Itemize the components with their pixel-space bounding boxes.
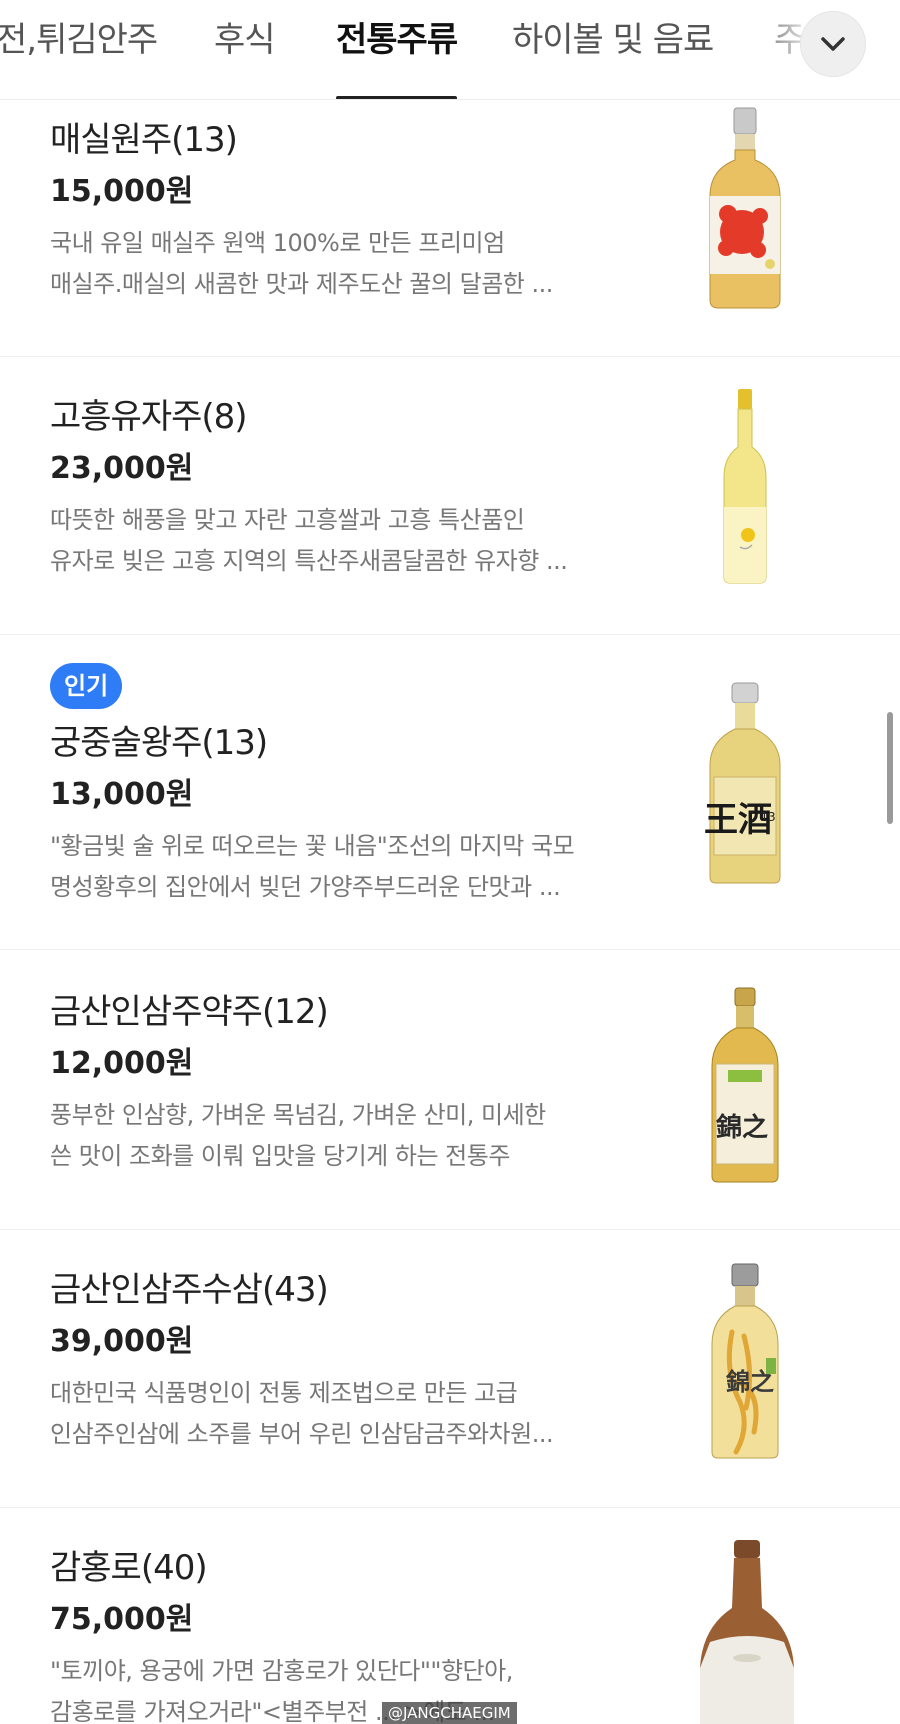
scrollbar[interactable]	[887, 712, 893, 824]
insamju-yakju-bottle-icon: 錦之	[711, 987, 779, 1183]
item-price: 13,000원	[50, 777, 194, 812]
tab-dessert[interactable]: 후식	[214, 18, 276, 99]
item-name: 매실원주(13)	[50, 120, 238, 160]
gamhongro-bottle-icon	[700, 1540, 794, 1724]
tab-highball-drinks[interactable]: 하이볼 및 음료	[512, 18, 714, 99]
category-tab-bar: 전,튀김안주 후식 전통주류 하이볼 및 음료 주	[0, 0, 900, 100]
item-name: 감홍로(40)	[50, 1548, 208, 1588]
yuja-ju-bottle-icon	[723, 389, 767, 584]
expand-categories-button[interactable]	[800, 11, 866, 77]
chevron-down-icon	[821, 37, 845, 51]
item-price: 75,000원	[50, 1602, 194, 1637]
item-description: 따뜻한 해풍을 맞고 자란 고흥쌀과 고흥 특산품인 유자로 빚은 고흥 지역의 …	[50, 506, 568, 575]
menu-item-geumsan-insamju-yakju[interactable]: 금산인삼주약주(12) 12,000원 풍부한 인삼향, 가벼운 목넘김, 가벼…	[0, 950, 900, 1230]
item-description: 대한민국 식품명인이 전통 제조법으로 만든 고급 인삼주인삼에 소주를 부어 우…	[50, 1379, 554, 1448]
item-description: 풍부한 인삼향, 가벼운 목넘김, 가벼운 산미, 미세한 쓴 맛이 조화를 이뤄…	[50, 1101, 546, 1170]
item-price: 12,000원	[50, 1046, 194, 1081]
menu-item-goheung-yuja-ju[interactable]: 고흥유자주(8) 23,000원 따뜻한 해풍을 맞고 자란 고흥쌀과 고흥 특…	[0, 357, 900, 635]
insamju-susam-label-text: 錦之	[726, 1367, 774, 1396]
insamju-susam-bottle-icon: 錦之	[711, 1263, 779, 1459]
tab-traditional-liquor[interactable]: 전통주류	[336, 18, 458, 99]
item-price: 23,000원	[50, 451, 194, 486]
item-name: 궁중술왕주(13)	[50, 723, 268, 763]
menu-item-gungjung-wangju[interactable]: 인기 궁중술왕주(13) 13,000원 "황금빛 술 위로 떠오르는 꽃 내음…	[0, 635, 900, 950]
maesil-wonju-bottle-icon	[709, 107, 781, 309]
popular-badge: 인기	[50, 663, 123, 709]
item-price: 15,000원	[50, 174, 194, 209]
item-name: 금산인삼주약주(12)	[50, 992, 329, 1032]
active-tab-underline	[336, 96, 458, 99]
wangju-bottle-icon: 王酒 13	[704, 682, 781, 884]
menu-item-maesil-wonju[interactable]: 매실원주(13) 15,000원 국내 유일 매실주 원액 100%로 만든 프…	[0, 100, 900, 357]
wangju-label-number: 13	[760, 810, 775, 824]
item-description: "황금빛 술 위로 떠오르는 꽃 내음"조선의 마지막 국모 명성황후의 집안에서…	[50, 832, 575, 901]
item-name: 고흥유자주(8)	[50, 397, 248, 437]
watermark-label: @JANGCHAEGIM	[382, 1702, 517, 1724]
item-price: 39,000원	[50, 1324, 194, 1359]
insamju-yakju-label-text: 錦之	[716, 1112, 768, 1143]
item-name: 금산인삼주수삼(43)	[50, 1270, 329, 1310]
item-description: "토끼야, 용궁에 가면 감홍로가 있단다""향단아, 감홍로를 가져오거라"<별…	[50, 1657, 513, 1724]
menu-item-geumsan-insamju-susam[interactable]: 금산인삼주수삼(43) 39,000원 대한민국 식품명인이 전통 제조법으로 …	[0, 1230, 900, 1508]
tab-jeon-twigim[interactable]: 전,튀김안주	[0, 18, 158, 99]
menu-page: 전,튀김안주 후식 전통주류 하이볼 및 음료 주 매실원주(13) 15,00…	[0, 0, 900, 1724]
menu-item-gamhongro[interactable]: 감홍로(40) 75,000원 "토끼야, 용궁에 가면 감홍로가 있단다""향…	[0, 1508, 900, 1724]
item-description: 국내 유일 매실주 원액 100%로 만든 프리미엄 매실주.매실의 새콤한 맛과…	[50, 229, 553, 298]
